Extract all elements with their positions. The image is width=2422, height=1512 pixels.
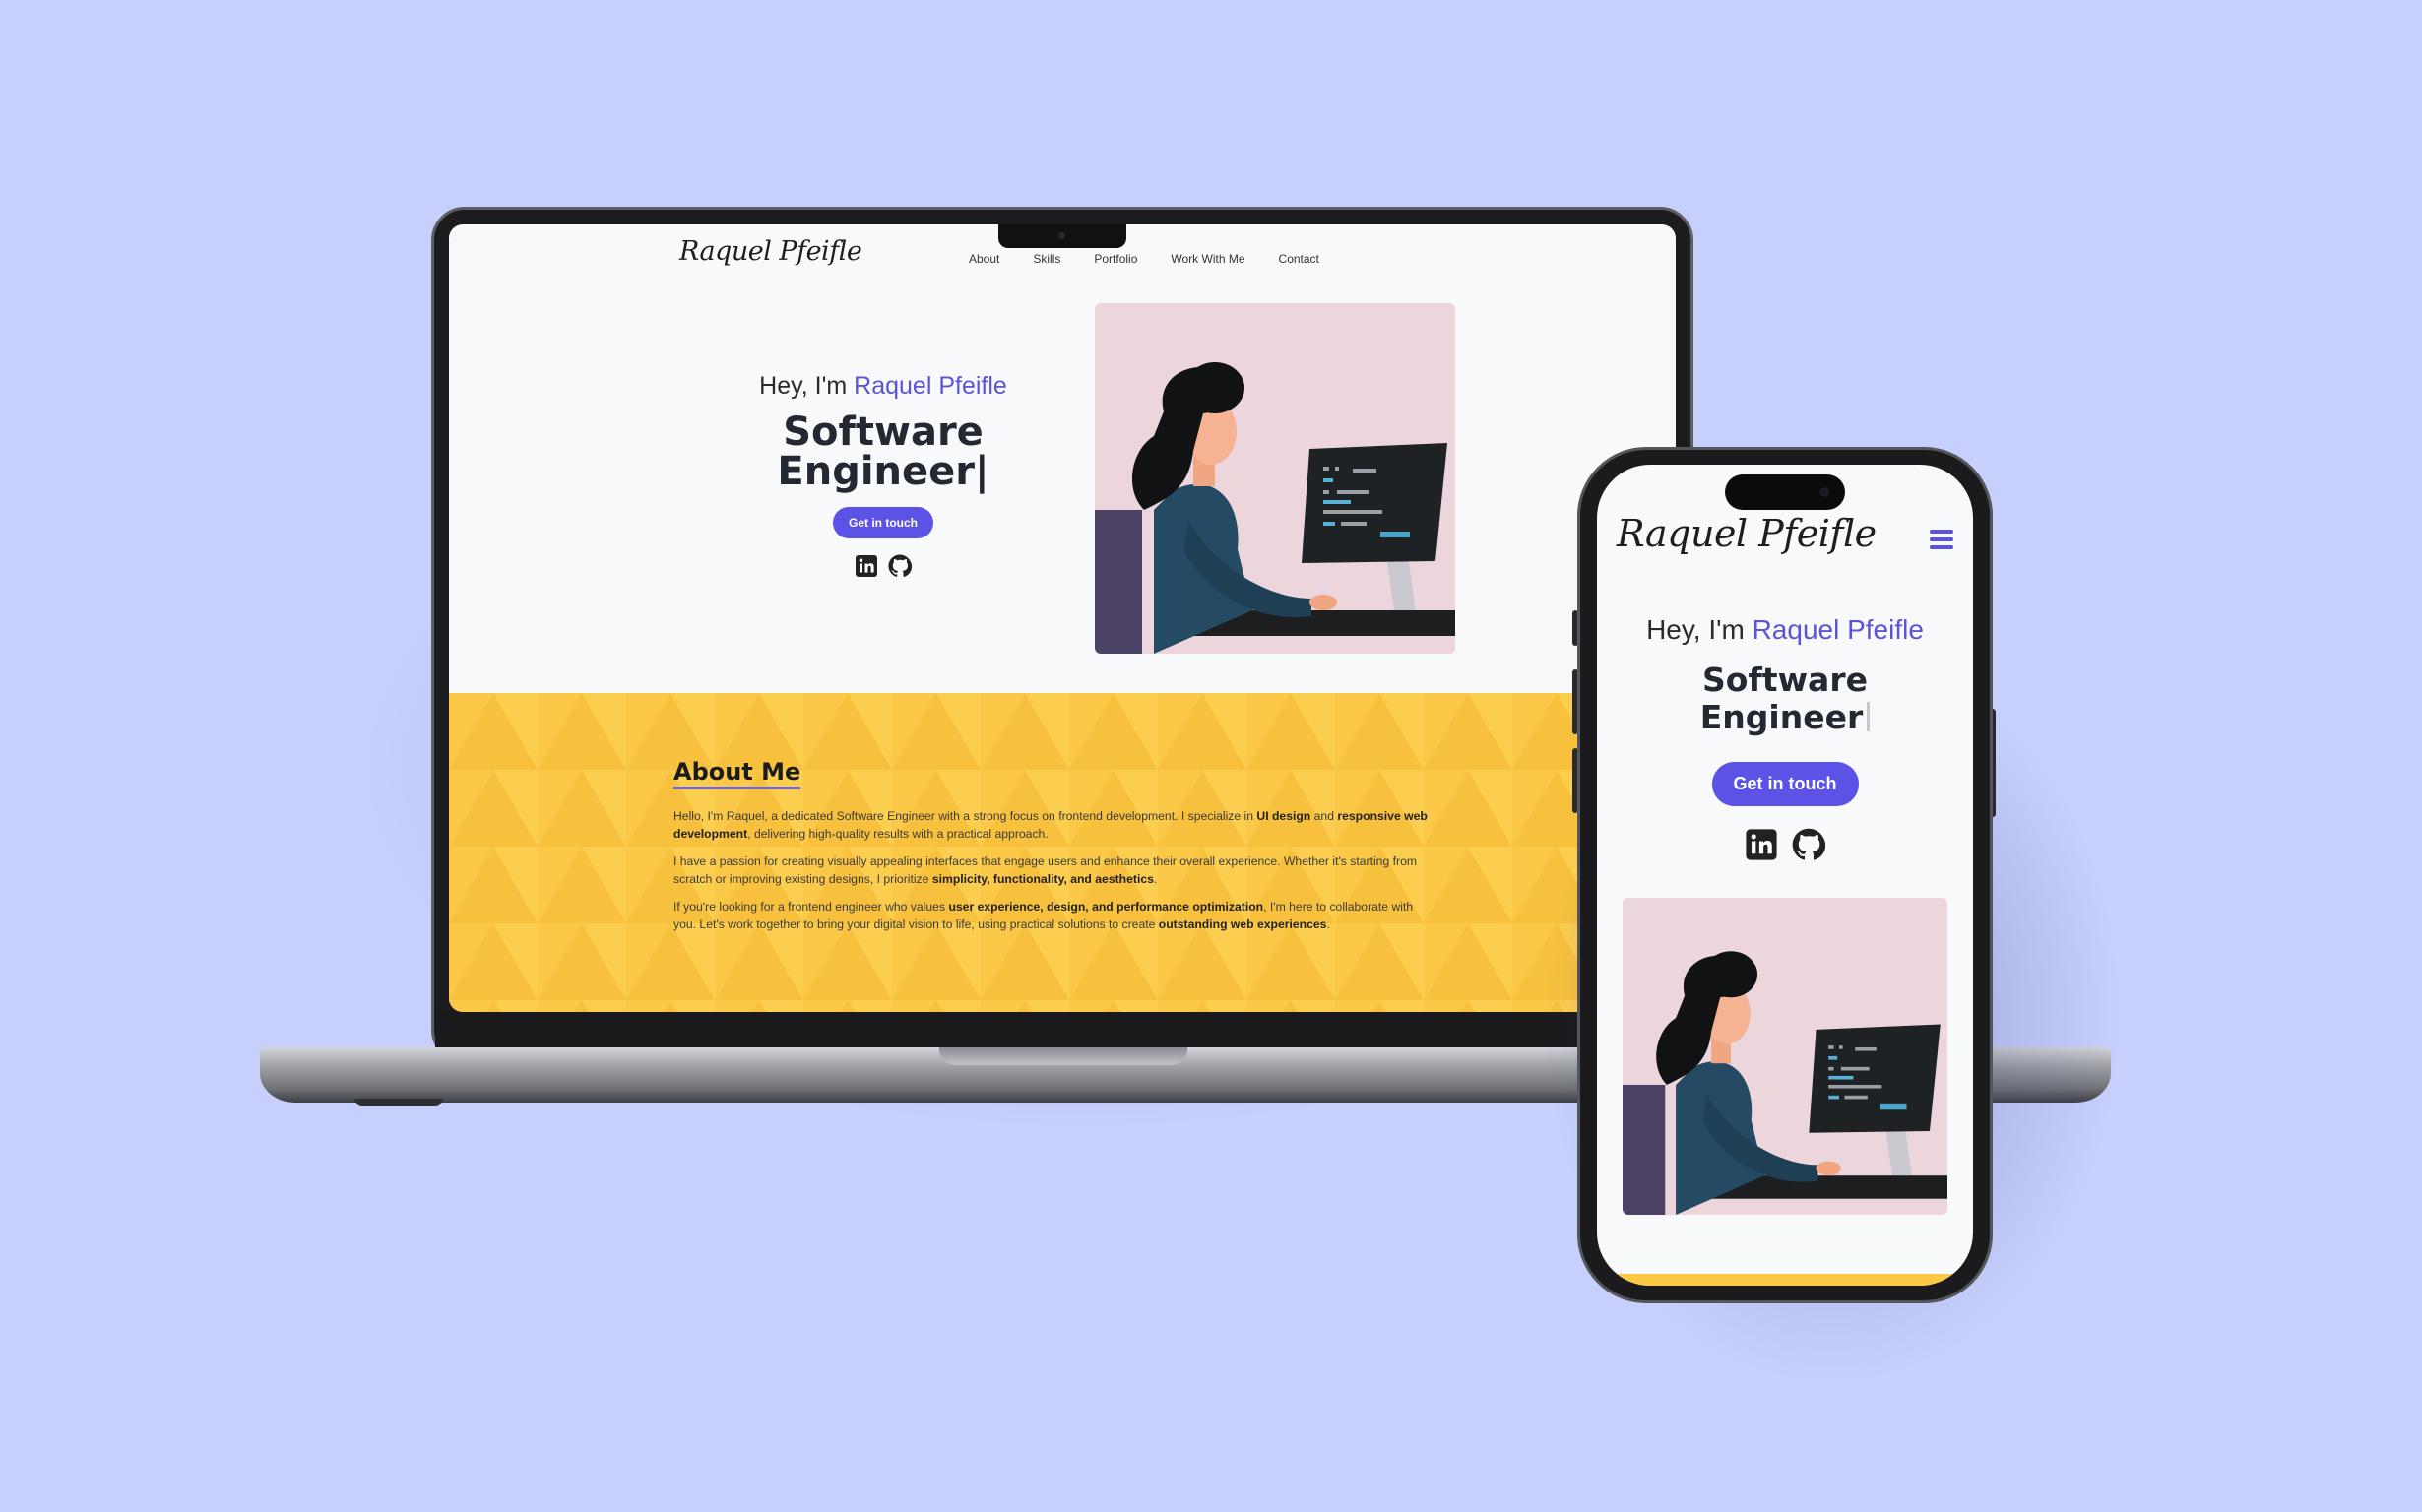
hamburger-menu-icon[interactable] xyxy=(1930,530,1953,553)
mobile-hero: Hey, I'm Raquel Pfeifle Software Enginee… xyxy=(1597,614,1973,861)
nav-menu: About Skills Portfolio Work With Me Cont… xyxy=(969,252,1319,266)
laptop-camera-notch xyxy=(998,224,1126,248)
mobile-about-section-edge xyxy=(1597,1274,1973,1286)
about-paragraph-2: I have a passion for creating visually a… xyxy=(673,854,1417,886)
hero-name: Raquel Pfeifle xyxy=(854,372,1007,400)
laptop-foot-left xyxy=(354,1099,443,1106)
typing-cursor: | xyxy=(975,449,989,494)
nav-portfolio[interactable]: Portfolio xyxy=(1094,252,1137,266)
nav-skills[interactable]: Skills xyxy=(1033,252,1060,266)
mobile-hero-name: Raquel Pfeifle xyxy=(1752,614,1924,645)
nav-contact[interactable]: Contact xyxy=(1279,252,1319,266)
woman-at-computer-illustration xyxy=(1095,303,1455,654)
laptop-screen: Raquel Pfeifle About Skills Portfolio Wo… xyxy=(449,224,1676,1012)
phone-screen: Raquel Pfeifle Hey, I'm Raquel Pfeifle S… xyxy=(1597,465,1973,1286)
github-icon[interactable] xyxy=(888,554,912,578)
linkedin-icon[interactable] xyxy=(1745,828,1778,861)
mobile-social-links xyxy=(1597,828,1973,861)
mobile-hero-greeting: Hey, I'm Raquel Pfeifle xyxy=(1646,614,1924,645)
about-title: About Me xyxy=(673,758,801,789)
mobile-hero-illustration xyxy=(1623,898,1947,1215)
woman-at-computer-illustration xyxy=(1623,898,1947,1215)
mobile-hero-title: Software Engineer xyxy=(1597,662,1973,736)
phone-dynamic-island xyxy=(1725,474,1845,510)
linkedin-icon[interactable] xyxy=(855,554,878,578)
about-section: About Me Hello, I'm Raquel, a dedicated … xyxy=(449,693,1676,1012)
mobile-get-in-touch-button[interactable]: Get in touch xyxy=(1711,762,1859,806)
site-logo[interactable]: Raquel Pfeifle xyxy=(679,236,862,267)
laptop-bezel xyxy=(435,1012,1689,1047)
nav-work-with-me[interactable]: Work With Me xyxy=(1171,252,1244,266)
mobile-site-logo[interactable]: Raquel Pfeifle xyxy=(1617,512,1877,555)
about-paragraph-1: Hello, I'm Raquel, a dedicated Software … xyxy=(673,809,1428,841)
about-paragraph-3: If you're looking for a frontend enginee… xyxy=(673,900,1414,931)
nav-about[interactable]: About xyxy=(969,252,999,266)
hero-illustration xyxy=(1095,303,1455,654)
get-in-touch-button[interactable]: Get in touch xyxy=(833,507,933,538)
github-icon[interactable] xyxy=(1792,828,1825,861)
mobile-typing-cursor xyxy=(1867,702,1871,731)
laptop-hinge xyxy=(939,1047,1187,1065)
